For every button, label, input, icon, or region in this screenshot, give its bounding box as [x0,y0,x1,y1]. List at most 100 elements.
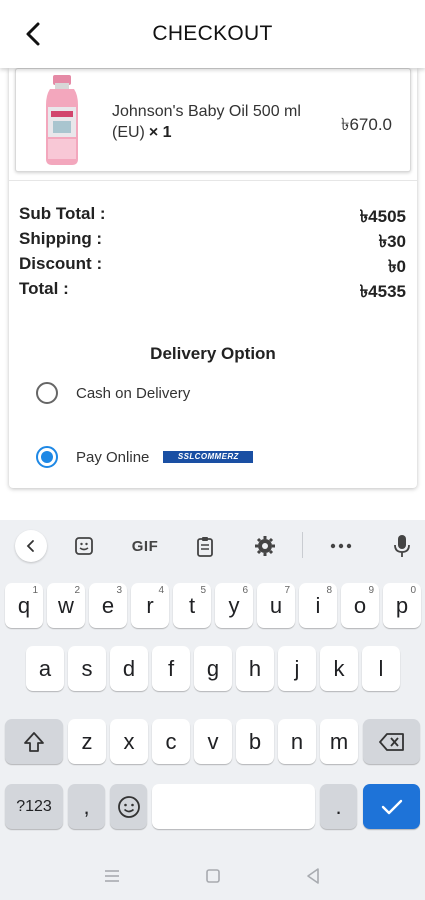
space-key[interactable] [152,784,315,829]
divider [9,180,417,181]
more-icon[interactable] [325,530,357,562]
key-d[interactable]: d [110,646,148,691]
checkout-panel: Johnson's Baby Oil 500 ml (EU) × 1 ৳670.0… [9,68,417,488]
backspace-icon [378,732,404,751]
key-label: u [269,592,283,618]
key-label: q [17,592,31,618]
key-hint: 6 [242,585,248,596]
key-s[interactable]: s [68,646,106,691]
subtotal-label: Sub Total : [19,204,106,223]
key-i[interactable]: i8 [299,583,337,628]
chevron-left-icon[interactable] [15,530,47,562]
key-t[interactable]: t5 [173,583,211,628]
key-hint: 1 [32,585,38,596]
discount-row: Discount : ৳0 [19,254,406,279]
check-icon [381,799,402,814]
app-header: CHECKOUT [0,0,425,68]
delivery-option-title: Delivery Option [150,344,276,363]
product-name: Johnson's Baby Oil 500 ml (EU) × 1 [112,101,332,143]
key-label: y [228,592,240,618]
comma-key[interactable]: , [68,784,105,829]
total-row: Total : ৳4535 [19,279,406,304]
shipping-label: Shipping : [19,229,103,248]
backspace-key[interactable] [363,719,420,764]
product-title: Johnson's Baby Oil 500 ml (EU) [112,103,301,141]
onscreen-keyboard: GIF q1 w2 e3 r4 t5 y6 u7 i8 o9 p0 a s d … [0,520,425,900]
system-nav-bar [0,852,425,900]
key-label: o [353,592,367,618]
key-hint: 7 [284,585,290,596]
subtotal-row: Sub Total : ৳4505 [19,204,406,229]
key-r[interactable]: r4 [131,583,169,628]
symbols-key[interactable]: ?123 [5,784,63,829]
key-hint: 4 [158,585,164,596]
enter-key[interactable] [363,784,420,829]
key-y[interactable]: y6 [215,583,253,628]
key-x[interactable]: x [110,719,148,764]
page-title: CHECKOUT [152,22,273,45]
shift-icon [24,731,44,752]
key-w[interactable]: w2 [47,583,85,628]
menu-icon[interactable] [102,866,122,886]
key-hint: 2 [74,585,80,596]
gif-button[interactable]: GIF [125,530,165,562]
shipping-value: ৳30 [378,232,406,251]
subtotal-value: ৳4505 [359,207,406,226]
option-pay-online[interactable]: Pay Online SSLCOMMERZ [36,445,254,469]
key-h[interactable]: h [236,646,274,691]
key-l[interactable]: l [362,646,400,691]
radio-pay-online[interactable] [36,446,58,468]
gear-icon[interactable] [249,530,281,562]
key-label: t [188,592,196,618]
sslcommerz-logo: SSLCOMMERZ [163,451,254,463]
key-b[interactable]: b [236,719,274,764]
key-label: p [395,592,409,618]
key-label: e [101,592,115,618]
key-k[interactable]: k [320,646,358,691]
key-u[interactable]: u7 [257,583,295,628]
radio-cash-on-delivery[interactable] [36,382,58,404]
shipping-row: Shipping : ৳30 [19,229,406,254]
key-m[interactable]: m [320,719,358,764]
emoji-icon [117,795,140,818]
key-o[interactable]: o9 [341,583,379,628]
keyboard-toolbar: GIF [0,520,425,572]
product-image [36,73,88,167]
sticker-icon[interactable] [68,530,100,562]
key-hint: 9 [368,585,374,596]
period-key[interactable]: . [320,784,357,829]
key-a[interactable]: a [26,646,64,691]
key-c[interactable]: c [152,719,190,764]
product-quantity: × 1 [148,124,172,141]
key-j[interactable]: j [278,646,316,691]
key-label: i [315,592,321,618]
key-f[interactable]: f [152,646,190,691]
order-summary: Sub Total : ৳4505 Shipping : ৳30 Discoun… [19,204,406,304]
product-price: ৳670.0 [340,115,392,134]
option-cash-on-delivery[interactable]: Cash on Delivery [36,381,190,405]
option-label: Cash on Delivery [76,384,191,402]
mic-icon[interactable] [386,530,418,562]
key-hint: 5 [200,585,206,596]
discount-label: Discount : [19,254,103,273]
clipboard-icon[interactable] [189,530,221,562]
key-q[interactable]: q1 [5,583,43,628]
option-label: Pay Online [76,448,150,466]
product-card[interactable]: Johnson's Baby Oil 500 ml (EU) × 1 ৳670.0 [15,68,411,172]
key-g[interactable]: g [194,646,232,691]
key-p[interactable]: p0 [383,583,421,628]
key-e[interactable]: e3 [89,583,127,628]
key-z[interactable]: z [68,719,106,764]
key-hint: 8 [326,585,332,596]
key-hint: 0 [410,585,416,596]
key-label: w [58,592,74,618]
emoji-key[interactable] [110,784,147,829]
back-icon[interactable] [303,866,323,886]
home-icon[interactable] [203,866,223,886]
total-value: ৳4535 [359,282,406,301]
key-v[interactable]: v [194,719,232,764]
key-label: r [146,592,154,618]
shift-key[interactable] [5,719,63,764]
key-hint: 3 [116,585,122,596]
key-n[interactable]: n [278,719,316,764]
